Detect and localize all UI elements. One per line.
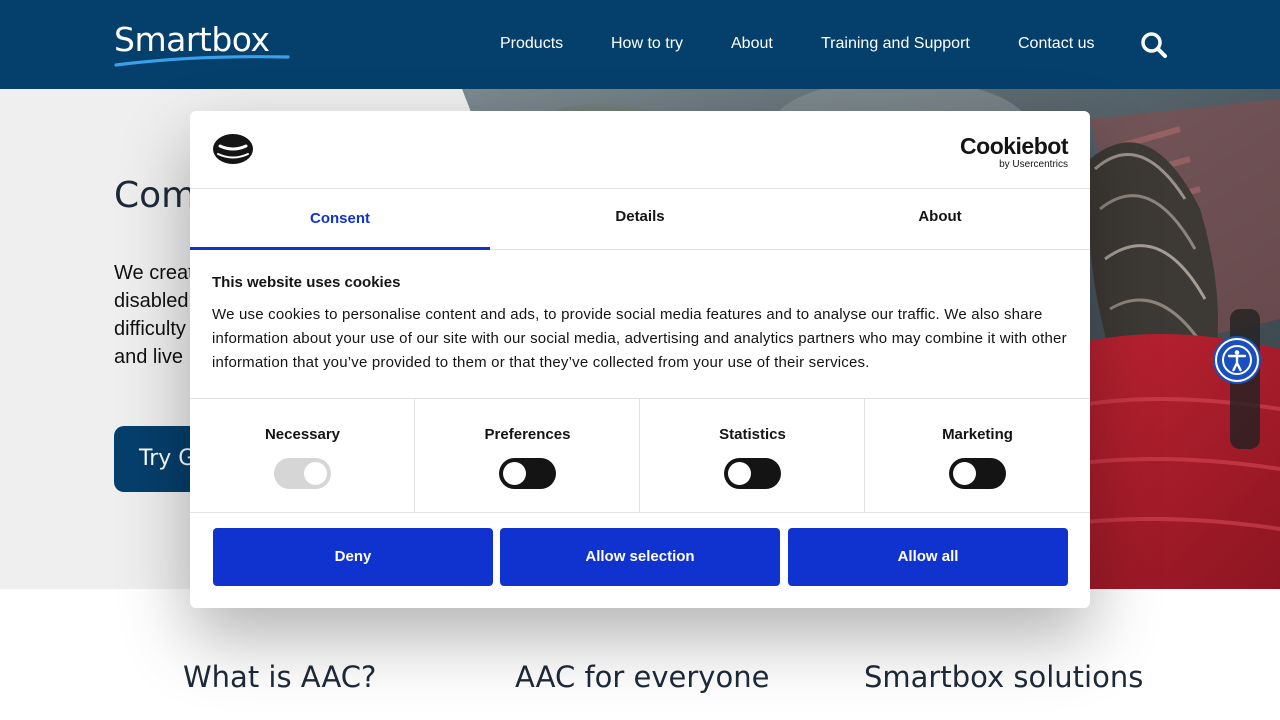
tab-about[interactable]: About — [790, 189, 1090, 249]
cookiebot-logo: Cookiebot by Usercentrics — [960, 133, 1068, 170]
section-title-what-is-aac: What is AAC? — [183, 660, 377, 694]
dialog-header: Cookiebot by Usercentrics — [190, 111, 1090, 189]
toggle-knob — [728, 462, 751, 485]
active-tab-indicator — [190, 247, 490, 250]
cookie-logo-icon — [213, 134, 253, 164]
cookiebot-brand: Cookiebot — [960, 133, 1068, 159]
toggle-label: Marketing — [942, 426, 1013, 443]
nav-about[interactable]: About — [731, 33, 773, 55]
allow-all-button[interactable]: Allow all — [788, 528, 1068, 586]
smartbox-logo[interactable]: Smartbox — [114, 20, 290, 70]
tab-details[interactable]: Details — [490, 189, 790, 249]
toggle-label: Preferences — [484, 426, 571, 443]
site-header: Smartbox Products How to try About Train… — [0, 0, 1280, 89]
tab-label: Consent — [310, 210, 370, 227]
cookiebot-brand-sub: by Usercentrics — [999, 159, 1068, 170]
logo-swoosh-icon — [114, 55, 290, 67]
deny-button[interactable]: Deny — [213, 528, 493, 586]
statistics-toggle[interactable] — [724, 458, 781, 489]
section-title-aac-for-everyone: AAC for everyone — [515, 660, 770, 694]
nav-how-to-try[interactable]: How to try — [611, 33, 683, 55]
toggle-necessary-cell: Necessary — [190, 399, 415, 513]
accessibility-icon[interactable] — [1215, 338, 1259, 382]
dialog-body-text: We use cookies to personalise content an… — [212, 306, 1067, 371]
toggle-statistics-cell: Statistics — [640, 399, 865, 513]
tab-consent[interactable]: Consent — [190, 189, 490, 250]
toggle-label: Necessary — [264, 426, 341, 443]
nav-training-and-support[interactable]: Training and Support — [821, 33, 970, 55]
search-icon[interactable] — [1140, 31, 1168, 59]
hero-heading: Com — [114, 175, 197, 216]
toggle-label: Statistics — [719, 426, 786, 443]
section-title-smartbox-solutions: Smartbox solutions — [864, 660, 1144, 694]
toggle-knob — [503, 462, 526, 485]
toggle-preferences-cell: Preferences — [415, 399, 640, 513]
nav-products[interactable]: Products — [500, 33, 563, 55]
preferences-toggle[interactable] — [499, 458, 556, 489]
cookie-consent-dialog: Cookiebot by Usercentrics Consent Detail… — [190, 111, 1090, 608]
cookie-category-toggles: Necessary Preferences Statistics Marketi… — [190, 398, 1090, 513]
dialog-tabs: Consent Details About — [190, 189, 1090, 250]
toggle-marketing-cell: Marketing — [865, 399, 1090, 513]
toggle-knob — [304, 462, 327, 485]
marketing-toggle[interactable] — [949, 458, 1006, 489]
allow-selection-button[interactable]: Allow selection — [500, 528, 780, 586]
toggle-knob — [953, 462, 976, 485]
nav-contact-us[interactable]: Contact us — [1018, 33, 1094, 55]
necessary-toggle — [274, 458, 331, 489]
dialog-title: This website uses cookies — [212, 274, 401, 291]
